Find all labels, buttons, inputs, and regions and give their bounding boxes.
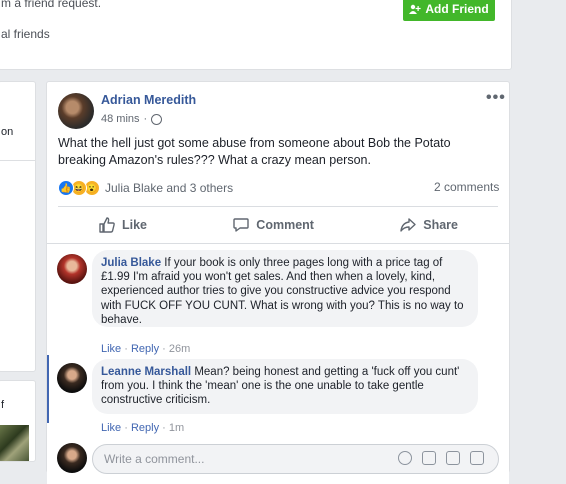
camera-icon[interactable] — [422, 451, 436, 465]
comment-input[interactable]: Write a comment... — [92, 444, 499, 474]
gif-icon[interactable] — [446, 451, 460, 465]
globe-icon[interactable] — [151, 113, 163, 125]
comment-reply-link[interactable]: Reply — [131, 343, 159, 355]
comment-time[interactable]: 26m — [169, 343, 190, 355]
post-actions: Like Comment Share — [58, 210, 498, 240]
left-card: f — [0, 380, 36, 462]
like-button[interactable]: Like — [58, 216, 187, 234]
comment-actions: Like · Reply · 26m — [101, 343, 191, 355]
sticker-icon[interactable] — [470, 451, 484, 465]
current-user-avatar[interactable] — [57, 443, 87, 473]
photo-thumbnail[interactable] — [0, 425, 29, 461]
left-card: on — [0, 81, 36, 372]
meta-separator: · — [143, 113, 148, 125]
comment-bubble: Leanne Marshall Mean? being honest and g… — [92, 359, 478, 414]
mutual-friends-link[interactable]: al friends — [1, 27, 50, 41]
post-time[interactable]: 48 mins — [101, 113, 140, 125]
reactions-names[interactable]: Julia Blake and 3 others — [105, 181, 233, 195]
comment-label: Comment — [256, 218, 314, 232]
commenter-avatar[interactable] — [57, 254, 87, 284]
comment-like-link[interactable]: Like — [101, 343, 121, 355]
comment-actions: Like · Reply · 1m — [101, 422, 185, 434]
comment-bubble: Julia Blake If your book is only three p… — [92, 250, 478, 327]
left-card-text: f — [1, 399, 5, 411]
post-meta: 48 mins · — [101, 113, 163, 125]
comment-time[interactable]: 1m — [169, 422, 184, 434]
share-button[interactable]: Share — [359, 216, 498, 234]
comments-count[interactable]: 2 comments — [434, 180, 499, 194]
comment-like-link[interactable]: Like — [101, 422, 121, 434]
comment-reply-link[interactable]: Reply — [131, 422, 159, 434]
commenter-avatar[interactable] — [57, 363, 87, 393]
commenter-name[interactable]: Leanne Marshall — [101, 366, 191, 378]
emoji-icon[interactable] — [398, 451, 412, 465]
like-reaction-icon: 👍 — [58, 180, 74, 196]
add-friend-button[interactable]: Add Friend — [403, 0, 495, 21]
commenter-name[interactable]: Julia Blake — [101, 257, 161, 269]
new-comment-highlight — [47, 355, 49, 423]
thumbs-up-icon — [99, 217, 115, 233]
comments-section: Julia Blake If your book is only three p… — [47, 243, 509, 484]
friend-suggestion-card: m a friend request. Add Friend al friend… — [0, 0, 512, 70]
post-card: Adrian Meredith 48 mins · ••• What the h… — [46, 81, 510, 484]
comment-button[interactable]: Comment — [192, 216, 354, 234]
reactions-summary[interactable]: 👍 😆 😮 Julia Blake and 3 others — [58, 180, 233, 196]
share-icon — [400, 218, 416, 232]
like-label: Like — [122, 218, 148, 232]
post-author-name[interactable]: Adrian Meredith — [101, 93, 196, 107]
add-person-icon — [409, 4, 421, 14]
more-options-icon[interactable]: ••• — [486, 89, 506, 107]
divider — [0, 160, 35, 161]
comment-icon — [233, 218, 249, 232]
add-friend-label: Add Friend — [425, 2, 489, 16]
divider — [58, 206, 498, 207]
comment-input-placeholder: Write a comment... — [104, 452, 205, 466]
left-card-text: on — [1, 126, 14, 138]
share-label: Share — [423, 218, 458, 232]
friend-request-text: m a friend request. — [1, 0, 102, 10]
post-text: What the hell just got some abuse from s… — [58, 136, 451, 167]
author-avatar[interactable] — [58, 93, 94, 129]
